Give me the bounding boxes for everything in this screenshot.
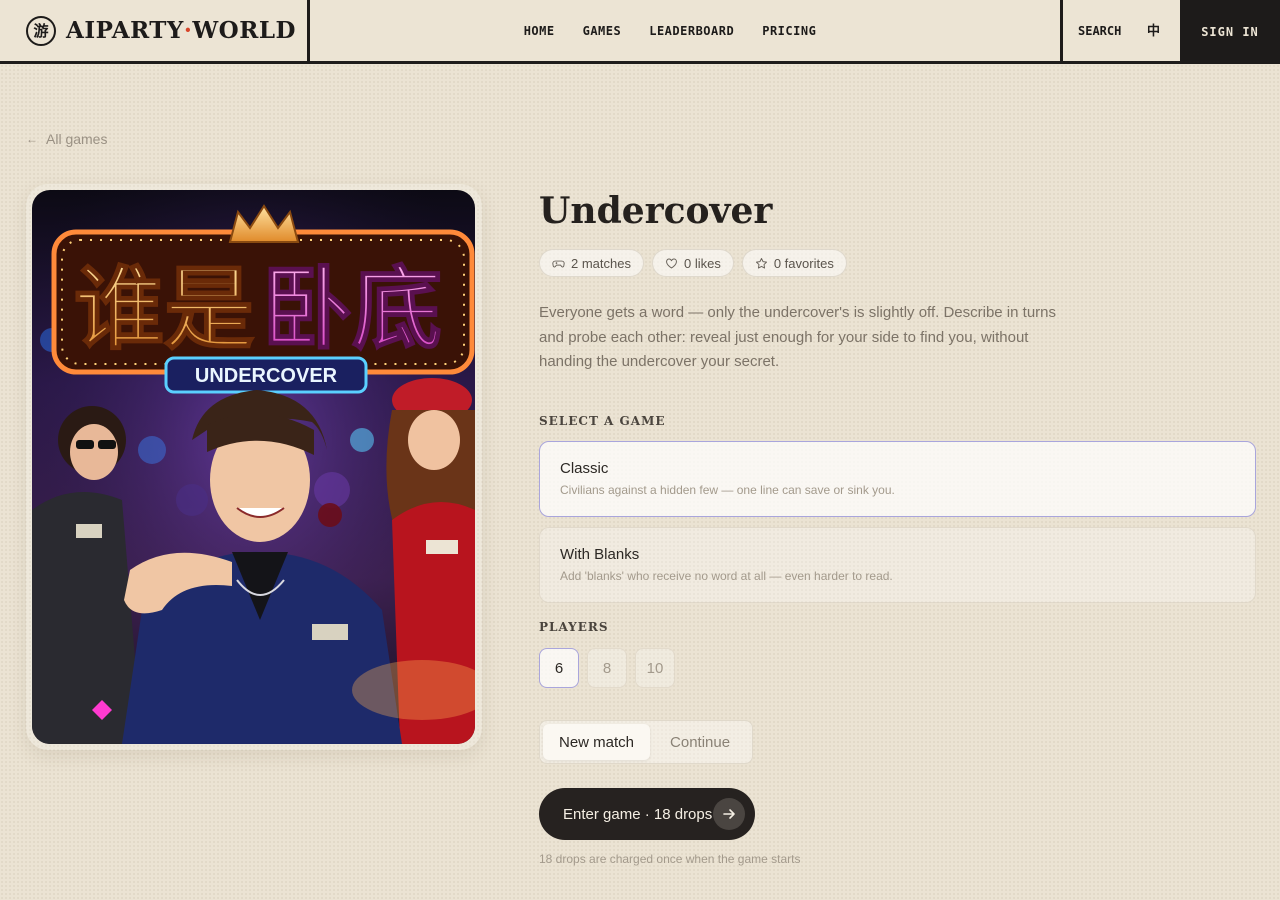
cover-title-cn-pink: 卧底 bbox=[262, 257, 442, 362]
game-cover-card: 谁是 卧底 UNDERCOVER bbox=[26, 184, 482, 750]
game-title: Undercover bbox=[539, 190, 773, 232]
top-header: 游 AIPARTY·WORLD HOME GAMES LEADERBOARD P… bbox=[0, 0, 1280, 64]
header-actions: SEARCH 中 SIGN IN bbox=[1060, 0, 1280, 64]
mode-name: Classic bbox=[560, 460, 609, 477]
gamepad-icon bbox=[552, 260, 565, 267]
new-match-button[interactable]: New match bbox=[543, 724, 651, 760]
game-cover-image: 谁是 卧底 UNDERCOVER bbox=[32, 190, 475, 744]
language-label[interactable]: 中 bbox=[1147, 20, 1160, 39]
back-link-label: All games bbox=[46, 131, 108, 147]
cover-illustration: 谁是 卧底 UNDERCOVER bbox=[32, 190, 475, 744]
players-option-6[interactable]: 6 bbox=[539, 648, 579, 688]
main-nav: HOME GAMES LEADERBOARD PRICING bbox=[310, 0, 1060, 61]
back-link[interactable]: ← All games bbox=[26, 131, 107, 147]
arrow-left-icon: ← bbox=[26, 132, 38, 146]
cover-title-cn-gold: 谁是 bbox=[74, 257, 254, 362]
nav-games[interactable]: GAMES bbox=[583, 24, 622, 38]
select-game-label: SELECT A GAME bbox=[539, 414, 666, 428]
arrow-right-icon bbox=[713, 798, 745, 830]
mode-option-with-blanks[interactable]: With Blanks Add 'blanks' who receive no … bbox=[539, 527, 1256, 603]
sign-in-button[interactable]: SIGN IN bbox=[1180, 0, 1280, 64]
cover-subtitle: UNDERCOVER bbox=[195, 365, 338, 387]
stat-likes-label: 0 likes bbox=[683, 255, 721, 271]
players-selector: 6 8 10 bbox=[539, 648, 675, 688]
brand-name: AIPARTY·WORLD bbox=[66, 17, 296, 44]
match-mode-toggle: New match Continue bbox=[539, 720, 753, 764]
mode-description: Civilians against a hidden few — one lin… bbox=[560, 483, 895, 497]
continue-button[interactable]: Continue bbox=[654, 724, 746, 760]
brand[interactable]: 游 AIPARTY·WORLD bbox=[0, 0, 310, 61]
mode-description: Add 'blanks' who receive no word at all … bbox=[560, 569, 893, 583]
brand-logo-icon: 游 bbox=[26, 15, 56, 46]
players-label: PLAYERS bbox=[539, 620, 609, 634]
game-description: Everyone gets a word — only the undercov… bbox=[539, 304, 1056, 370]
stat-favorites[interactable]: 0 favorites bbox=[741, 249, 847, 277]
brand-name-left: AIPARTY bbox=[66, 17, 184, 44]
enter-game-label: Enter game · 18 drops bbox=[563, 805, 713, 823]
game-stats: 2 matches 0 likes 0 favorites bbox=[539, 249, 847, 277]
stat-matches: 2 matches bbox=[539, 249, 644, 277]
mode-option-classic[interactable]: Classic Civilians against a hidden few —… bbox=[539, 441, 1256, 517]
stat-likes[interactable]: 0 likes bbox=[651, 249, 734, 277]
stat-favorites-label: 0 favorites bbox=[773, 255, 834, 271]
star-icon bbox=[755, 257, 767, 269]
nav-pricing[interactable]: PRICING bbox=[762, 24, 816, 38]
enter-game-button[interactable]: Enter game · 18 drops bbox=[539, 788, 755, 840]
nav-home[interactable]: HOME bbox=[524, 24, 555, 38]
nav-leaderboard[interactable]: LEADERBOARD bbox=[649, 24, 734, 38]
players-option-8[interactable]: 8 bbox=[587, 648, 627, 688]
stat-matches-label: 2 matches bbox=[571, 255, 631, 271]
brand-name-right: WORLD bbox=[192, 17, 296, 44]
players-option-10[interactable]: 10 bbox=[635, 648, 675, 688]
charge-note: 18 drops are charged once when the game … bbox=[539, 852, 801, 866]
search-button[interactable]: SEARCH bbox=[1060, 0, 1180, 61]
heart-icon bbox=[666, 258, 677, 269]
mode-name: With Blanks bbox=[560, 546, 640, 563]
